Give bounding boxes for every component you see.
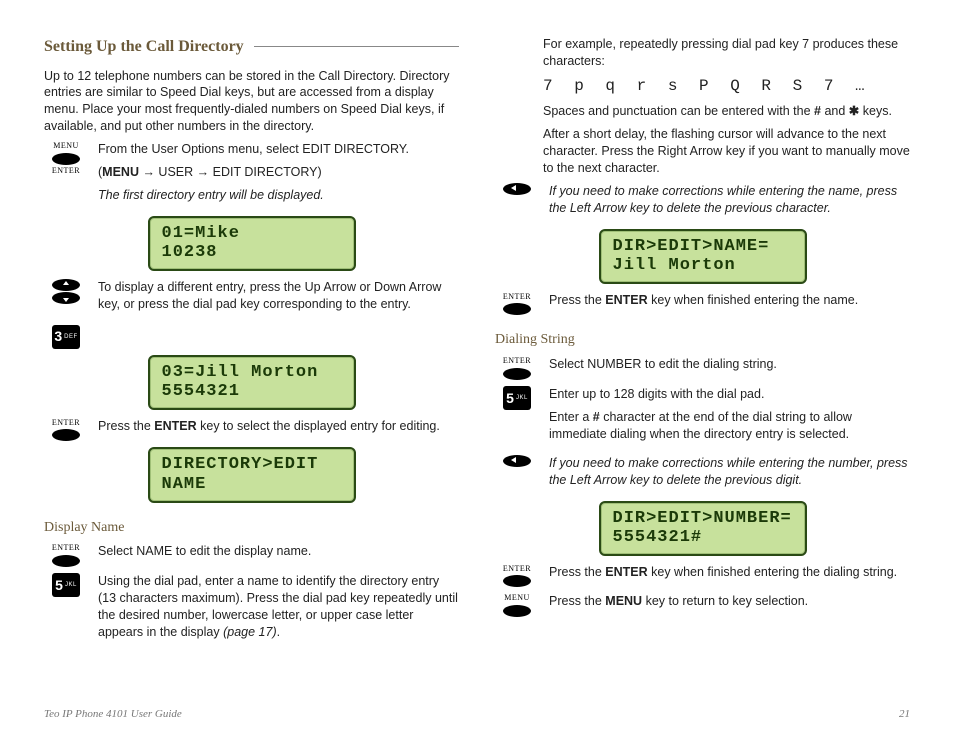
left-arrow-icon [503,455,531,467]
display-name-heading: Display Name [44,519,459,538]
lcd-entry-01: 01=Mike 10238 [44,216,459,271]
step2-text: To display a different entry, press the … [98,279,459,313]
enter-key-icon [503,575,531,587]
leftarrow-number-note: If you need to make corrections while en… [549,455,910,489]
example-intro: For example, repeatedly pressing dial pa… [543,36,910,70]
up-arrow-icon [52,279,80,291]
enter-key-icon [52,429,80,441]
step-select-edit-directory: MENU ENTER From the User Options menu, s… [44,141,459,210]
ds-step2b: Enter a # character at the end of the di… [549,409,910,443]
enter-icon: ENTER [44,418,88,442]
enter-icon-2: ENTER [44,543,88,567]
arrow-keys-icon [44,279,88,304]
lcd-directory-edit: DIRECTORY>EDIT NAME [44,447,459,502]
page-number: 21 [899,707,910,722]
lcd-edit-name: DIR>EDIT>NAME= Jill Morton [495,229,910,284]
left-arrow-icon [503,183,531,195]
char-sequence: 7 p q r s P Q R S 7 … [543,76,910,98]
lcd-entry-03: 03=Jill Morton 5554321 [44,355,459,410]
ds-step1: Select NUMBER to edit the dialing string… [549,356,910,373]
step1-note: The first directory entry will be displa… [98,187,459,204]
section-title: Setting Up the Call Directory [44,36,459,58]
step-enter-finish-name: ENTER Press the ENTER key when finished … [495,292,910,316]
step-enter-digits: 5 JKL Enter up to 128 digits with the di… [495,386,910,449]
step-left-arrow-number: If you need to make corrections while en… [495,455,910,495]
keycap-3-icon: 3 DEF [52,325,80,349]
lcd-edit-number: DIR>EDIT>NUMBER= 5554321# [495,501,910,556]
dn-step1: Select NAME to edit the display name. [98,543,459,560]
enter-label: ENTER [52,166,80,177]
down-arrow-icon [52,292,80,304]
spaces-punct: Spaces and punctuation can be entered wi… [543,103,910,120]
step-navigate-entries: To display a different entry, press the … [44,279,459,319]
step-dialpad-3: 3 DEF [44,325,459,349]
step-enter-name: 5 JKL Using the dial pad, enter a name t… [44,573,459,647]
right-column: For example, repeatedly pressing dial pa… [495,36,910,653]
cursor-advance: After a short delay, the flashing cursor… [543,126,910,177]
keycap-5-icon: 5 JKL [52,573,80,597]
ds-menu-text: Press the MENU key to return to key sele… [549,593,910,610]
section-title-text: Setting Up the Call Directory [44,36,244,58]
manual-page: Setting Up the Call Directory Up to 12 t… [0,0,954,738]
footer-title: Teo IP Phone 4101 User Guide [44,707,182,722]
leftarrow-name-note: If you need to make corrections while en… [549,183,910,217]
keycap-5-icon: 5 JKL [503,386,531,410]
enter-key-icon [503,368,531,380]
left-column: Setting Up the Call Directory Up to 12 t… [44,36,459,653]
menu-enter-icon-stack: MENU ENTER [44,141,88,177]
menu-key-icon [503,605,531,617]
intro-paragraph: Up to 12 telephone numbers can be stored… [44,68,459,136]
step-enter-select: ENTER Press the ENTER key to select the … [44,418,459,442]
page-footer: Teo IP Phone 4101 User Guide 21 [44,707,910,722]
menu-label: MENU [53,141,79,152]
step1-text: From the User Options menu, select EDIT … [98,141,459,158]
step3-text: Press the ENTER key to select the displa… [98,418,459,435]
step1-path: (MENU → USER → EDIT DIRECTORY) [98,164,459,181]
title-rule [254,46,459,47]
step-select-number: ENTER Select NUMBER to edit the dialing … [495,356,910,380]
menu-key-icon [52,153,80,165]
dn-step2: Using the dial pad, enter a name to iden… [98,573,459,641]
step-select-name: ENTER Select NAME to edit the display na… [44,543,459,567]
dialing-string-heading: Dialing String [495,331,910,350]
enter-key-icon [503,303,531,315]
step-left-arrow-name: If you need to make corrections while en… [495,183,910,223]
step-menu-return: MENU Press the MENU key to return to key… [495,593,910,617]
enter-key-icon [52,555,80,567]
ds-enter-text: Press the ENTER key when finished enteri… [549,564,910,581]
step-enter-finish-number: ENTER Press the ENTER key when finished … [495,564,910,588]
ds-step2a: Enter up to 128 digits with the dial pad… [549,386,910,403]
enter-name-text: Press the ENTER key when finished enteri… [549,292,910,309]
